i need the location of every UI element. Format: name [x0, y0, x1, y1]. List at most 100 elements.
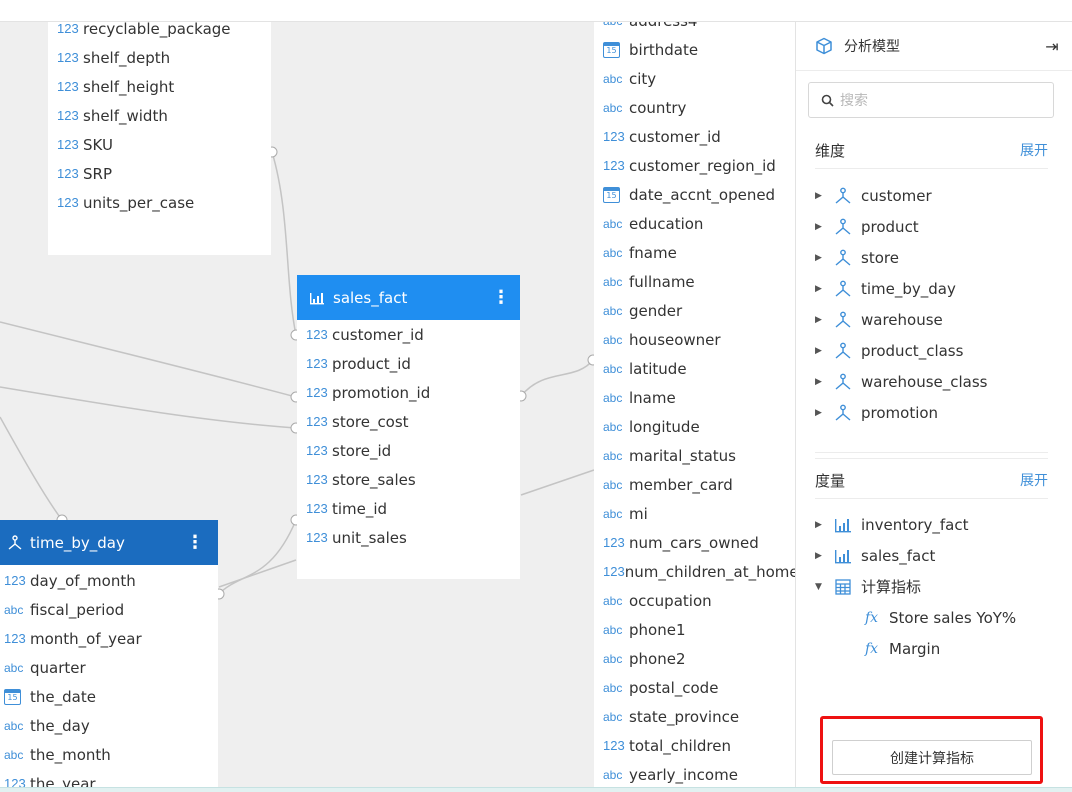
- field-row[interactable]: 123 num_children_at_home: [603, 557, 795, 586]
- expand-arrow-icon[interactable]: ▶: [815, 191, 833, 201]
- more-options-icon[interactable]: ⋮: [186, 532, 204, 553]
- field-row[interactable]: 123 day_of_month: [4, 566, 218, 595]
- time-by-day-header[interactable]: time_by_day ⋮: [0, 520, 218, 565]
- dimension-item[interactable]: ▶ customer: [815, 180, 1048, 211]
- field-row[interactable]: 123 num_cars_owned: [603, 528, 795, 557]
- expand-arrow-icon[interactable]: ▶: [815, 253, 833, 263]
- more-options-icon[interactable]: ⋮: [492, 287, 510, 308]
- expand-arrow-icon[interactable]: ▶: [815, 284, 833, 294]
- field-row[interactable]: 123 store_id: [306, 436, 520, 465]
- field-row[interactable]: 15 the_date: [4, 682, 218, 711]
- field-row[interactable]: 15 birthdate: [603, 35, 795, 64]
- field-row[interactable]: 123 shelf_depth: [57, 43, 271, 72]
- field-row[interactable]: abc marital_status: [603, 441, 795, 470]
- field-name: shelf_height: [83, 77, 175, 96]
- field-row[interactable]: 123 shelf_width: [57, 101, 271, 130]
- field-row[interactable]: abc lname: [603, 383, 795, 412]
- measure-item[interactable]: ▶ sales_fact: [815, 540, 1048, 571]
- field-row[interactable]: 123 customer_id: [603, 122, 795, 151]
- expand-arrow-icon[interactable]: ▶: [815, 377, 833, 387]
- dimension-item[interactable]: ▶ warehouse: [815, 304, 1048, 335]
- field-name: education: [629, 214, 704, 233]
- text-type-icon: abc: [603, 390, 623, 405]
- field-row[interactable]: abc longitude: [603, 412, 795, 441]
- numeric-type-icon: 123: [57, 79, 79, 94]
- field-row[interactable]: abc the_day: [4, 711, 218, 740]
- field-row[interactable]: abc member_card: [603, 470, 795, 499]
- field-row[interactable]: abc the_month: [4, 740, 218, 769]
- measures-expand-link[interactable]: 展开: [1020, 470, 1048, 491]
- product-table-card[interactable]: 123 recyclable_package 123 shelf_depth 123 sh…: [48, 22, 271, 255]
- field-row[interactable]: 123 recyclable_package: [57, 22, 271, 43]
- field-row[interactable]: abc fname: [603, 238, 795, 267]
- expand-arrow-icon[interactable]: ▶: [815, 222, 833, 232]
- expand-arrow-icon[interactable]: ▶: [815, 551, 833, 561]
- field-row[interactable]: abcaddress4: [603, 22, 795, 35]
- field-row[interactable]: abc phone1: [603, 615, 795, 644]
- field-row[interactable]: 123 store_cost: [306, 407, 520, 436]
- expand-arrow-icon[interactable]: ▶: [815, 520, 833, 530]
- text-type-icon: abc: [603, 71, 623, 86]
- field-row[interactable]: abc latitude: [603, 354, 795, 383]
- measure-item[interactable]: ▶ inventory_fact: [815, 509, 1048, 540]
- expand-arrow-icon[interactable]: ▶: [815, 346, 833, 356]
- field-name: phone2: [629, 649, 686, 668]
- numeric-type-icon: 123: [57, 195, 79, 210]
- measures-tree: ▶ inventory_fact ▶ sales_fact ▼ 计算指标 fx Store s…: [815, 509, 1048, 664]
- collapse-panel-icon[interactable]: ⇥: [1032, 37, 1072, 56]
- field-row[interactable]: 123 SRP: [57, 159, 271, 188]
- field-row[interactable]: abc country: [603, 93, 795, 122]
- field-row[interactable]: 15 date_accnt_opened: [603, 180, 795, 209]
- dimension-item[interactable]: ▶ store: [815, 242, 1048, 273]
- dimension-item[interactable]: ▶ product: [815, 211, 1048, 242]
- field-row[interactable]: abc quarter: [4, 653, 218, 682]
- expand-arrow-icon[interactable]: ▶: [815, 315, 833, 325]
- field-row[interactable]: 123 total_children: [603, 731, 795, 760]
- field-row[interactable]: abc mi: [603, 499, 795, 528]
- field-name: the_month: [30, 745, 111, 764]
- expand-arrow-icon[interactable]: ▶: [815, 408, 833, 418]
- field-row[interactable]: abc yearly_income: [603, 760, 795, 789]
- field-row[interactable]: 123 shelf_height: [57, 72, 271, 101]
- dimension-item[interactable]: ▶ time_by_day: [815, 273, 1048, 304]
- calculated-metric-item[interactable]: fx Margin: [815, 633, 1048, 664]
- field-row[interactable]: abc phone2: [603, 644, 795, 673]
- calculated-metric-item[interactable]: fx Store sales YoY%: [815, 602, 1048, 633]
- field-row[interactable]: abc state_province: [603, 702, 795, 731]
- time-by-day-card[interactable]: time_by_day ⋮ 123 day_of_month abc fiscal_p…: [0, 520, 218, 792]
- dimension-item[interactable]: ▶ product_class: [815, 335, 1048, 366]
- field-row[interactable]: abc gender: [603, 296, 795, 325]
- customer-table-card[interactable]: abcaddress415birthdateabccityabccountry1…: [594, 22, 795, 792]
- field-row[interactable]: 123 units_per_case: [57, 188, 271, 217]
- field-row[interactable]: 123 unit_sales: [306, 523, 520, 552]
- field-row[interactable]: abc fiscal_period: [4, 595, 218, 624]
- divider: [815, 458, 1048, 459]
- dimension-item[interactable]: ▶ warehouse_class: [815, 366, 1048, 397]
- field-row[interactable]: abc education: [603, 209, 795, 238]
- field-row[interactable]: abc postal_code: [603, 673, 795, 702]
- field-row[interactable]: abc occupation: [603, 586, 795, 615]
- search-input[interactable]: 搜索: [808, 82, 1054, 118]
- field-row[interactable]: abc houseowner: [603, 325, 795, 354]
- field-row[interactable]: abc city: [603, 64, 795, 93]
- dimension-item[interactable]: ▶ promotion: [815, 397, 1048, 428]
- field-row[interactable]: 123 customer_id: [306, 320, 520, 349]
- field-row[interactable]: 123 SKU: [57, 130, 271, 159]
- field-row[interactable]: 123 store_sales: [306, 465, 520, 494]
- field-row[interactable]: 123 customer_region_id: [603, 151, 795, 180]
- sales-fact-card[interactable]: sales_fact ⋮ 123 customer_id 123 product_id…: [297, 275, 520, 579]
- field-row[interactable]: 123 month_of_year: [4, 624, 218, 653]
- field-row[interactable]: 123 time_id: [306, 494, 520, 523]
- text-type-icon: abc: [603, 448, 623, 463]
- measure-item[interactable]: ▼ 计算指标: [815, 571, 1048, 602]
- create-calculated-metric-button[interactable]: 创建计算指标: [832, 740, 1032, 775]
- field-row[interactable]: 123 promotion_id: [306, 378, 520, 407]
- sales-fact-header[interactable]: sales_fact ⋮: [297, 275, 520, 320]
- dimensions-expand-link[interactable]: 展开: [1020, 140, 1048, 161]
- collapse-arrow-icon[interactable]: ▼: [815, 582, 833, 592]
- dimensions-tree: ▶ customer ▶ product ▶ store ▶ time_by_day ▶ ware…: [815, 180, 1048, 428]
- field-row[interactable]: 123 product_id: [306, 349, 520, 378]
- field-row[interactable]: abc fullname: [603, 267, 795, 296]
- model-canvas[interactable]: 123 recyclable_package 123 shelf_depth 123 sh…: [0, 22, 795, 792]
- field-name: gender: [629, 301, 683, 320]
